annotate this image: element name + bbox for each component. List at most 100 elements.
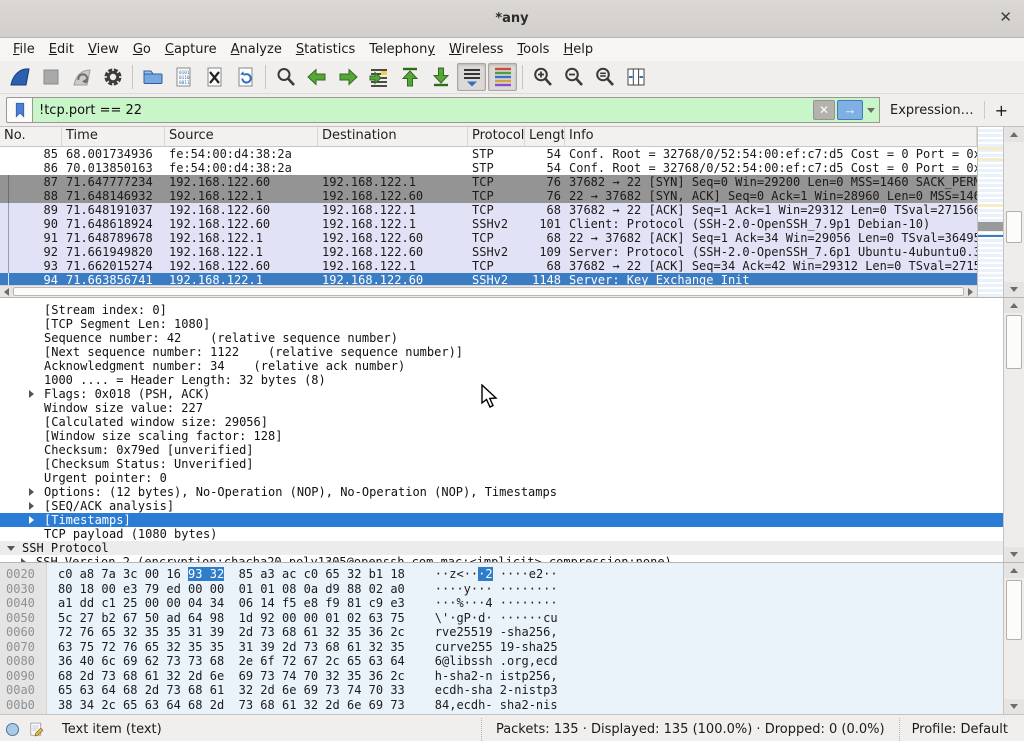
column-header-info[interactable]: Info <box>565 127 977 146</box>
column-header-no[interactable]: No. <box>0 127 62 146</box>
scroll-up-icon[interactable] <box>1004 298 1024 313</box>
detail-line[interactable]: [Checksum Status: Unverified] <box>0 457 1003 471</box>
detail-line[interactable]: [Window size scaling factor: 128] <box>0 429 1003 443</box>
go-first-button[interactable] <box>395 63 424 91</box>
detail-line[interactable]: [SEQ/ACK analysis] <box>0 499 1003 513</box>
column-header-destination[interactable]: Destination <box>318 127 468 146</box>
packet-row-90[interactable]: 9071.648618924192.168.122.60192.168.122.… <box>0 217 977 231</box>
go-back-button[interactable] <box>302 63 331 91</box>
menu-telephony[interactable]: Telephony <box>362 40 442 59</box>
detail-line[interactable]: Window size value: 227 <box>0 401 1003 415</box>
go-to-packet-button[interactable] <box>364 63 393 91</box>
detail-line[interactable]: [Next sequence number: 1122 (relative se… <box>0 345 1003 359</box>
menu-help[interactable]: Help <box>556 40 600 59</box>
display-filter-input[interactable] <box>33 103 811 118</box>
hex-row-0060[interactable]: 006072 76 65 32 35 35 31 39 2d 73 68 61 … <box>0 625 1003 640</box>
restart-capture-button[interactable] <box>67 63 96 91</box>
auto-scroll-button[interactable] <box>457 63 486 91</box>
open-file-button[interactable] <box>138 63 167 91</box>
detail-line[interactable]: Sequence number: 42 (relative sequence n… <box>0 331 1003 345</box>
profile-status[interactable]: Profile: Default <box>899 718 1022 741</box>
detail-line[interactable]: [Calculated window size: 29056] <box>0 415 1003 429</box>
hex-row-0050[interactable]: 00505c 27 b2 67 50 ad 64 98 1d 92 00 00 … <box>0 611 1003 626</box>
expand-arrow-icon[interactable] <box>29 488 34 496</box>
column-header-time[interactable]: Time <box>62 127 165 146</box>
packet-row-87[interactable]: 8771.647777234192.168.122.60192.168.122.… <box>0 175 977 189</box>
hex-row-0040[interactable]: 0040a1 dd c1 25 00 00 04 34 06 14 f5 e8 … <box>0 596 1003 611</box>
capture-options-button[interactable] <box>98 63 127 91</box>
filter-clear-button[interactable]: ✕ <box>813 100 835 120</box>
detail-line[interactable]: Flags: 0x018 (PSH, ACK) <box>0 387 1003 401</box>
menu-analyze[interactable]: Analyze <box>224 40 289 59</box>
menu-wireless[interactable]: Wireless <box>442 40 510 59</box>
scroll-up-icon[interactable] <box>1004 127 1024 142</box>
packet-row-88[interactable]: 8871.648146932192.168.122.1192.168.122.6… <box>0 189 977 203</box>
packet-row-91[interactable]: 9171.648789678192.168.122.1192.168.122.6… <box>0 231 977 245</box>
detail-line[interactable]: SSH Version 2 (encryption:chacha20-poly1… <box>0 555 1003 562</box>
scroll-down-icon[interactable] <box>1004 699 1024 714</box>
menu-go[interactable]: Go <box>126 40 158 59</box>
hex-row-0020[interactable]: 0020c0 a8 7a 3c 00 16 93 32 85 a3 ac c0 … <box>0 567 1003 582</box>
hex-row-0070[interactable]: 007063 75 72 76 65 32 35 35 31 39 2d 73 … <box>0 640 1003 655</box>
expand-arrow-icon[interactable] <box>29 390 34 398</box>
hex-row-0080[interactable]: 008036 40 6c 69 62 73 73 68 2e 6f 72 67 … <box>0 654 1003 669</box>
detail-line[interactable]: TCP payload (1080 bytes) <box>0 527 1003 541</box>
packet-list-hscrollbar[interactable] <box>0 285 977 297</box>
go-forward-button[interactable] <box>333 63 362 91</box>
go-last-button[interactable] <box>426 63 455 91</box>
stop-capture-button[interactable] <box>36 63 65 91</box>
detail-line[interactable]: Options: (12 bytes), No-Operation (NOP),… <box>0 485 1003 499</box>
close-file-button[interactable] <box>200 63 229 91</box>
expand-arrow-icon[interactable] <box>29 502 34 510</box>
start-capture-button[interactable] <box>5 63 34 91</box>
packet-row-93[interactable]: 9371.662015274192.168.122.60192.168.122.… <box>0 259 977 273</box>
save-file-button[interactable]: 010101100011 <box>169 63 198 91</box>
packet-list-minimap[interactable] <box>977 127 1003 297</box>
capture-comment-icon[interactable] <box>24 721 48 738</box>
menu-capture[interactable]: Capture <box>158 40 224 59</box>
zoom-original-button[interactable] <box>590 63 619 91</box>
hex-row-00b0[interactable]: 00b038 34 2c 65 63 64 68 2d 73 68 61 32 … <box>0 698 1003 713</box>
menu-edit[interactable]: Edit <box>42 40 81 59</box>
zoom-out-button[interactable] <box>559 63 588 91</box>
find-packet-button[interactable] <box>271 63 300 91</box>
menu-statistics[interactable]: Statistics <box>289 40 362 59</box>
column-header-source[interactable]: Source <box>165 127 318 146</box>
detail-line[interactable]: SSH Protocol <box>0 541 1003 555</box>
detail-line[interactable]: Acknowledgment number: 34 (relative ack … <box>0 359 1003 373</box>
filter-apply-button[interactable]: → <box>837 100 863 120</box>
detail-line[interactable]: [Stream index: 0] <box>0 303 1003 317</box>
packet-row-94[interactable]: 9471.663856741192.168.122.1192.168.122.6… <box>0 273 977 285</box>
scroll-up-icon[interactable] <box>1004 563 1024 578</box>
menu-view[interactable]: View <box>81 40 126 59</box>
packet-row-92[interactable]: 9271.661949820192.168.122.1192.168.122.6… <box>0 245 977 259</box>
scroll-down-icon[interactable] <box>1004 547 1024 562</box>
filter-dropdown-caret-icon[interactable] <box>863 108 879 113</box>
hex-row-0090[interactable]: 009068 2d 73 68 61 32 2d 6e 69 73 74 70 … <box>0 669 1003 684</box>
hex-row-0030[interactable]: 003080 18 00 e3 79 ed 00 00 01 01 08 0a … <box>0 582 1003 597</box>
hex-row-00a0[interactable]: 00a065 63 64 68 2d 73 68 61 32 2d 6e 69 … <box>0 683 1003 698</box>
expression-button[interactable]: Expression… <box>880 103 984 118</box>
detail-line[interactable]: [TCP Segment Len: 1080] <box>0 317 1003 331</box>
menu-file[interactable]: File <box>6 40 42 59</box>
column-header-protocol[interactable]: Protocol <box>468 127 525 146</box>
expand-arrow-icon[interactable] <box>29 516 34 524</box>
zoom-in-button[interactable] <box>528 63 557 91</box>
expert-info-icon[interactable] <box>0 721 24 738</box>
collapse-arrow-icon[interactable] <box>7 546 15 551</box>
close-icon[interactable]: ✕ <box>999 8 1012 26</box>
packet-row-89[interactable]: 8971.648191037192.168.122.60192.168.122.… <box>0 203 977 217</box>
scroll-left-icon[interactable] <box>0 286 13 297</box>
filter-add-button[interactable]: + <box>985 101 1018 120</box>
colorize-button[interactable] <box>488 63 517 91</box>
resize-columns-button[interactable] <box>621 63 650 91</box>
details-scrollbar[interactable] <box>1003 298 1024 562</box>
titlebar[interactable]: *any ✕ <box>0 0 1024 38</box>
menu-tools[interactable]: Tools <box>510 40 556 59</box>
column-header-length[interactable]: Length <box>525 127 565 146</box>
detail-line[interactable]: [Timestamps] <box>0 513 1003 527</box>
packet-row-86[interactable]: 8670.013850163fe:54:00:d4:38:2aSTP54Conf… <box>0 161 977 175</box>
detail-line[interactable]: Urgent pointer: 0 <box>0 471 1003 485</box>
detail-line[interactable]: 1000 .... = Header Length: 32 bytes (8) <box>0 373 1003 387</box>
bytes-scrollbar[interactable] <box>1003 563 1024 714</box>
